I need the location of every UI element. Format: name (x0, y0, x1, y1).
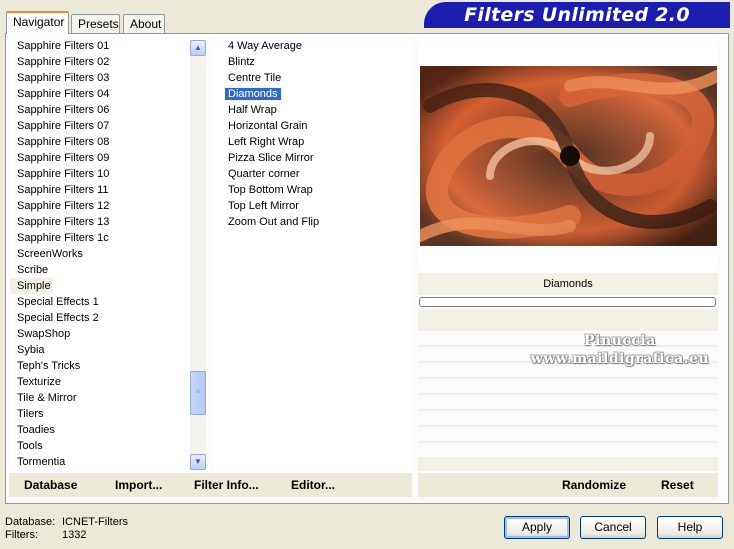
category-list[interactable]: Sapphire Filters 01 Sapphire Filters 02 Sa… (10, 38, 208, 471)
filter-item-label: Half Wrap (228, 104, 277, 116)
category-item[interactable]: Sapphire Filters 12 (10, 198, 208, 214)
scroll-thumb[interactable]: ≡ (190, 371, 206, 415)
category-item[interactable]: Sapphire Filters 08 (10, 134, 208, 150)
filter-info-button[interactable]: Filter Info... (194, 477, 259, 493)
category-item[interactable]: Toadies (10, 422, 208, 438)
tab-navigator[interactable]: Navigator (6, 11, 69, 34)
filter-item-label: Centre Tile (228, 72, 282, 84)
filter-item[interactable]: Horizontal Grain (214, 118, 412, 134)
filter-item[interactable]: Top Left Mirror (214, 198, 412, 214)
category-item[interactable]: Special Effects 2 (10, 310, 208, 326)
filter-item-label: Zoom Out and Flip (228, 216, 320, 228)
filter-item[interactable]: Quarter corner (214, 166, 412, 182)
status-filters: Filters: 1332 (5, 529, 86, 542)
category-item[interactable]: Tools (10, 438, 208, 454)
status-filters-value: 1332 (62, 529, 87, 541)
tab-about[interactable]: About (123, 14, 165, 33)
category-item[interactable]: Teph's Tricks (10, 358, 208, 374)
param-row (418, 379, 718, 393)
category-item[interactable]: Sapphire Filters 03 (10, 70, 208, 86)
help-button[interactable]: Help (657, 516, 723, 539)
category-item[interactable]: Special Effects 1 (10, 294, 208, 310)
progress-bar (419, 297, 716, 307)
param-row (418, 411, 718, 425)
database-button[interactable]: Database (24, 477, 77, 493)
filter-item-label: Top Bottom Wrap (228, 184, 313, 196)
preview-image (420, 66, 717, 246)
status-database-label: Database: (5, 516, 56, 528)
status-database: Database: ICNET-Filters (5, 516, 128, 529)
category-item[interactable]: Sapphire Filters 02 (10, 54, 208, 70)
filter-item-label: Blintz (228, 56, 255, 68)
category-scrollbar[interactable]: ▲ ≡ ▼ (190, 40, 206, 470)
category-item[interactable]: Tile & Mirror (10, 390, 208, 406)
filter-item[interactable]: Zoom Out and Flip (214, 214, 412, 230)
filter-item-label: Diamonds (224, 87, 282, 101)
category-item[interactable]: Sapphire Filters 11 (10, 182, 208, 198)
filter-item[interactable]: Left Right Wrap (214, 134, 412, 150)
category-item[interactable]: Sapphire Filters 01 (10, 38, 208, 54)
filter-item-label: Left Right Wrap (228, 136, 305, 148)
apply-button[interactable]: Apply (504, 516, 570, 539)
filter-item-label: Quarter corner (228, 168, 300, 180)
param-row (418, 427, 718, 441)
status-filters-label: Filters: (5, 529, 38, 541)
filter-item[interactable]: Half Wrap (214, 102, 412, 118)
filter-item-label: Pizza Slice Mirror (228, 152, 314, 164)
category-item[interactable]: Sapphire Filters 09 (10, 150, 208, 166)
filter-item[interactable]: Top Bottom Wrap (214, 182, 412, 198)
category-item[interactable]: Sapphire Filters 13 (10, 214, 208, 230)
category-item[interactable]: Sybia (10, 342, 208, 358)
reset-button[interactable]: Reset (661, 477, 694, 493)
import-button[interactable]: Import... (115, 477, 162, 493)
watermark-line2: www.maildigrafica.eu (530, 351, 710, 367)
cancel-button[interactable]: Cancel (580, 516, 646, 539)
status-database-value: ICNET-Filters (62, 516, 128, 528)
filter-item[interactable]: Pizza Slice Mirror (214, 150, 412, 166)
scroll-down-icon[interactable]: ▼ (190, 454, 206, 470)
category-item[interactable]: Sapphire Filters 06 (10, 102, 208, 118)
category-item[interactable]: ScreenWorks (10, 246, 208, 262)
category-item[interactable]: Tormentia (10, 454, 208, 470)
category-item[interactable]: SwapShop (10, 326, 208, 342)
category-item[interactable]: Simple (10, 278, 53, 294)
editor-button[interactable]: Editor... (291, 477, 335, 493)
tab-presets[interactable]: Presets (71, 14, 120, 33)
category-item[interactable]: Sapphire Filters 04 (10, 86, 208, 102)
param-row (418, 443, 718, 457)
filter-item-label: Horizontal Grain (228, 120, 308, 132)
scroll-up-icon[interactable]: ▲ (190, 40, 206, 56)
category-item[interactable]: Sapphire Filters 1c (10, 230, 208, 246)
filter-item[interactable]: 4 Way Average (214, 38, 412, 54)
category-item[interactable]: Scribe (10, 262, 208, 278)
category-item[interactable]: Sapphire Filters 10 (10, 166, 208, 182)
preview-filter-name: Diamonds (418, 273, 718, 295)
filter-list[interactable]: 4 Way Average Blintz Centre Tile Diamonds Ha… (214, 38, 412, 471)
category-item[interactable]: Texturize (10, 374, 208, 390)
filter-item-label: 4 Way Average (228, 40, 302, 52)
param-row (418, 395, 718, 409)
category-item[interactable]: Tilers (10, 406, 208, 422)
filter-item[interactable]: Centre Tile (214, 70, 412, 86)
randomize-button[interactable]: Randomize (562, 477, 626, 493)
filter-item[interactable]: Diamonds (214, 86, 412, 102)
filter-item[interactable]: Blintz (214, 54, 412, 70)
watermark-line1: Pinuccia (584, 333, 656, 349)
app-title-banner: Filters Unlimited 2.0 (424, 2, 730, 28)
category-item[interactable]: Sapphire Filters 07 (10, 118, 208, 134)
filter-item-label: Top Left Mirror (228, 200, 299, 212)
watermark: Pinuccia www.maildigrafica.eu (520, 332, 720, 368)
